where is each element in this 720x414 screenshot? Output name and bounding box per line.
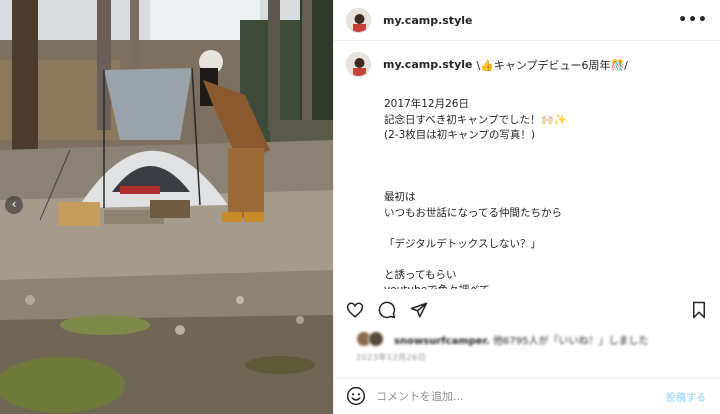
comment-bar: 投稿する	[334, 377, 720, 414]
camp-photo-illustration	[0, 0, 333, 414]
post-actions	[346, 297, 708, 323]
heart-icon[interactable]	[346, 301, 364, 319]
caption-username[interactable]: my.camp.style	[383, 58, 472, 71]
likes-count-text[interactable]: 他6795人が「いいね！」しました	[493, 336, 648, 347]
header-username[interactable]: my.camp.style	[383, 14, 472, 27]
carousel-prev-button[interactable]: ‹	[5, 196, 23, 214]
more-options-icon[interactable]: •••	[678, 13, 708, 27]
caption-area: my.camp.style \👍キャンプデビュー6周年🎊/ 2017年12月26…	[334, 52, 720, 289]
comment-icon[interactable]	[378, 301, 396, 319]
post-photo: ‹	[0, 0, 333, 414]
likes-text: snowsurfcamper. 他6795人が「いいね！」しました	[394, 332, 649, 347]
avatar[interactable]	[346, 7, 371, 33]
avatar-image	[347, 8, 370, 32]
likes-summary[interactable]: snowsurfcamper. 他6795人が「いいね！」しました	[356, 331, 710, 347]
liker-username[interactable]: snowsurfcamper.	[394, 336, 490, 347]
emoji-icon[interactable]	[346, 386, 366, 406]
caption-title: \👍キャンプデビュー6周年🎊/	[476, 58, 628, 72]
comment-input[interactable]	[376, 389, 666, 403]
liker-avatars	[356, 331, 388, 347]
post-comment-button[interactable]: 投稿する	[666, 389, 706, 404]
caption-head: my.camp.style \👍キャンプデビュー6周年🎊/	[346, 52, 708, 77]
post-header: my.camp.style •••	[334, 0, 720, 41]
liker-avatar	[368, 331, 384, 347]
caption-avatar[interactable]	[346, 52, 371, 77]
share-icon[interactable]	[410, 301, 428, 319]
avatar-image	[347, 53, 370, 76]
bookmark-icon[interactable]	[690, 301, 708, 319]
post-side-panel: my.camp.style ••• my.camp.style \👍キャンプデビ…	[333, 0, 720, 414]
caption-text: 2017年12月26日 記念日すべき初キャンプでした！🙌🏻✨ (2-3枚目は初キ…	[384, 98, 567, 289]
post-date: 2023年12月26日	[356, 353, 427, 362]
